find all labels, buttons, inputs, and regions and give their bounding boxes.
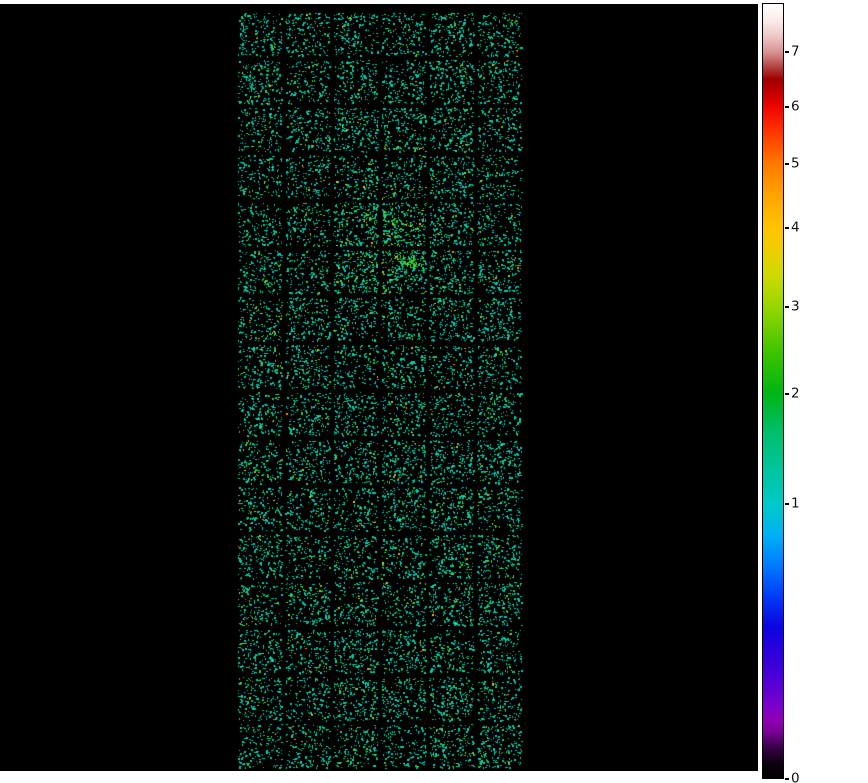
colorbar-tick-label: 1 (791, 495, 800, 512)
colorbar-tick-label: 5 (791, 155, 800, 172)
colorbar-tick-label: 0 (791, 770, 800, 783)
colorbar-tick-label: 4 (791, 219, 800, 236)
colorbar-tick-label: 6 (791, 98, 800, 115)
colorbar-tick (785, 778, 789, 780)
colorbar-tick (785, 306, 789, 308)
colorbar (762, 3, 784, 779)
colorbar-tick-label: 3 (791, 298, 800, 315)
colorbar-tick (785, 51, 789, 53)
colorbar-tick (785, 163, 789, 165)
colorbar-tick (785, 227, 789, 229)
colorbar-tick-label: 7 (791, 43, 800, 60)
photon-events-canvas (0, 0, 868, 783)
colorbar-tick (785, 503, 789, 505)
figure: 7 6 5 4 3 2 1 0 (0, 0, 868, 783)
colorbar-tick-label: 2 (791, 385, 800, 402)
colorbar-tick (785, 393, 789, 395)
colorbar-tick (785, 106, 789, 108)
